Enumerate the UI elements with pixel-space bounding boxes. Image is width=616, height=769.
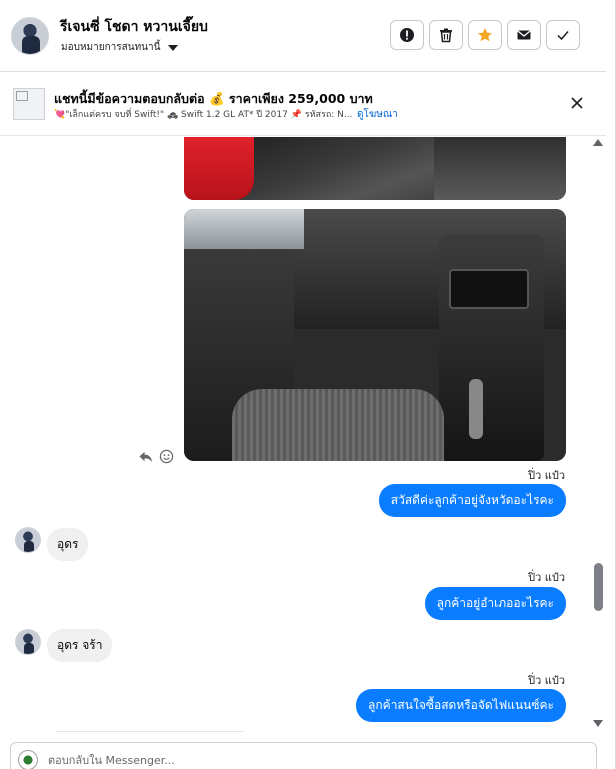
message-actions	[138, 449, 174, 464]
scrollbar-thumb[interactable]	[594, 563, 603, 611]
alert-icon	[400, 28, 414, 42]
contact-avatar[interactable]	[11, 17, 49, 55]
conversation-header: รีเจนซี่ โชดา หวานเจี๊ยบ มอบหมายการสนทนา…	[0, 0, 606, 72]
assign-conversation-dropdown[interactable]: มอบหมายการสนทนานี้	[61, 40, 179, 55]
ad-thumbnail[interactable]	[13, 88, 45, 120]
mark-spam-button[interactable]	[390, 20, 424, 50]
divider	[56, 731, 244, 732]
banner-title: แชทนี้มีข้อความตอบกลับต่อ 💰 ราคาเพียง 25…	[54, 91, 373, 106]
scroll-up-arrow[interactable]	[593, 139, 603, 146]
outgoing-message-bubble[interactable]: ลูกค้าสนใจซื้อสดหรือจัดไฟแนนซ์คะ	[356, 689, 566, 722]
incoming-message-bubble[interactable]: อุดร	[47, 528, 89, 561]
reply-input[interactable]	[48, 752, 568, 768]
page-avatar	[18, 750, 38, 769]
contact-avatar-small[interactable]	[15, 629, 41, 655]
star-icon	[478, 28, 492, 42]
incoming-message-bubble[interactable]: อุดร จร้า	[47, 629, 113, 662]
scroll-down-arrow[interactable]	[593, 720, 603, 727]
photo-window	[184, 209, 304, 249]
outgoing-message-bubble[interactable]: ลูกค้าอยู่อำเภออะไรคะ	[424, 587, 566, 620]
star-button[interactable]	[468, 20, 502, 50]
emoji-reaction-icon[interactable]	[159, 449, 174, 464]
trash-icon	[440, 28, 452, 43]
message-list[interactable]: ปิ่ว แป๋ว สวัสดีค่ะลูกค้าอยู่จังหวัดอะไร…	[0, 137, 594, 733]
close-icon	[571, 97, 583, 109]
message-sender-name: ปิ่ว แป๋ว	[528, 469, 565, 482]
mark-done-button[interactable]	[546, 20, 580, 50]
chevron-down-icon	[168, 44, 179, 51]
photo-seat	[232, 389, 444, 461]
view-ad-link[interactable]: ดูโฆษณา	[357, 107, 398, 122]
messenger-conversation-panel: รีเจนซี่ โชดา หวานเจี๊ยบ มอบหมายการสนทนา…	[0, 0, 616, 769]
photo-radio	[449, 269, 529, 309]
check-icon	[557, 31, 569, 41]
message-sender-name: ปิ่ว แป๋ว	[528, 571, 565, 584]
assign-label: มอบหมายการสนทนานี้	[61, 42, 161, 53]
close-banner-button[interactable]	[568, 94, 586, 112]
car-photo-attachment[interactable]	[184, 137, 566, 200]
reply-icon[interactable]	[138, 449, 153, 464]
mark-unread-button[interactable]	[507, 20, 541, 50]
car-interior-photo-attachment[interactable]	[184, 209, 566, 461]
header-actions	[390, 20, 580, 50]
banner-subtitle: 💘"เล็กแต่ครบ จบที่ Swift!" 🚓 Swift 1.2 G…	[54, 110, 353, 120]
message-sender-name: ปิ่ว แป๋ว	[528, 674, 565, 687]
contact-avatar-small[interactable]	[15, 527, 41, 553]
contact-name[interactable]: รีเจนซี่ โชดา หวานเจี๊ยบ	[60, 16, 208, 38]
photo-gear-lever	[469, 379, 483, 439]
delete-button[interactable]	[429, 20, 463, 50]
mail-icon	[517, 30, 531, 40]
outgoing-message-bubble[interactable]: สวัสดีค่ะลูกค้าอยู่จังหวัดอะไรคะ	[378, 484, 566, 517]
